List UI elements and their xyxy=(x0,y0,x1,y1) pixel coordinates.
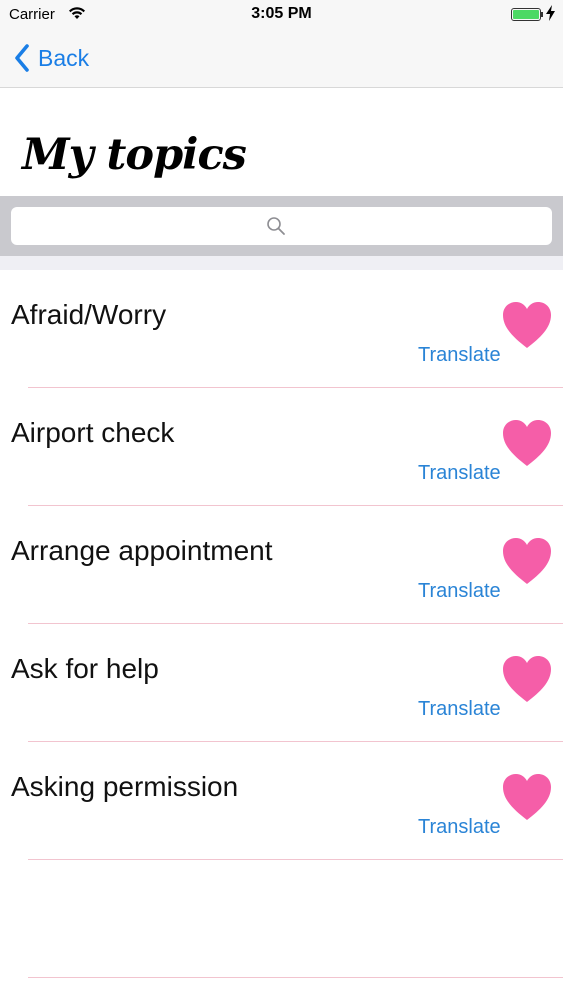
topic-label: Airport check xyxy=(11,417,175,448)
chevron-left-icon xyxy=(14,44,30,72)
topic-label: Afraid/Worry xyxy=(11,299,167,330)
topic-label: Arrange appointment xyxy=(11,535,273,566)
topic-label: Ask for help xyxy=(11,653,159,684)
heart-icon[interactable] xyxy=(501,300,553,355)
heart-icon[interactable] xyxy=(501,654,553,709)
search-separator-band xyxy=(0,256,563,270)
topic-row-asking-permission[interactable]: Asking permission Translate xyxy=(11,742,563,860)
translate-link[interactable]: Translate xyxy=(418,344,501,367)
heart-icon[interactable] xyxy=(501,418,553,473)
back-button[interactable]: Back xyxy=(14,42,89,74)
page-title: My topics xyxy=(22,130,247,180)
status-bar: Carrier 3:05 PM xyxy=(0,0,563,30)
battery-icon xyxy=(511,8,541,21)
topic-label: Asking permission xyxy=(11,771,239,802)
topic-row-arrange-appointment[interactable]: Arrange appointment Translate xyxy=(11,506,563,624)
battery-tip xyxy=(541,12,543,17)
topic-row-airport-check[interactable]: Airport check Translate xyxy=(11,388,563,506)
translate-link[interactable]: Translate xyxy=(418,816,501,839)
heart-icon[interactable] xyxy=(501,536,553,591)
translate-link[interactable]: Translate xyxy=(418,462,501,485)
translate-link[interactable]: Translate xyxy=(418,698,501,721)
translate-link[interactable]: Translate xyxy=(418,580,501,603)
charging-bolt-icon xyxy=(546,5,555,26)
search-input[interactable] xyxy=(11,207,552,245)
back-label: Back xyxy=(38,44,90,71)
topic-list: Afraid/Worry Translate Airport check Tra… xyxy=(0,270,563,978)
heart-icon[interactable] xyxy=(501,772,553,827)
topic-row-ask-for-help[interactable]: Ask for help Translate xyxy=(11,624,563,742)
navigation-bar: Back xyxy=(0,30,563,88)
status-time: 3:05 PM xyxy=(251,5,312,22)
empty-row xyxy=(28,860,563,978)
topic-row-afraid-worry[interactable]: Afraid/Worry Translate xyxy=(11,270,563,388)
search-bar xyxy=(0,196,563,256)
